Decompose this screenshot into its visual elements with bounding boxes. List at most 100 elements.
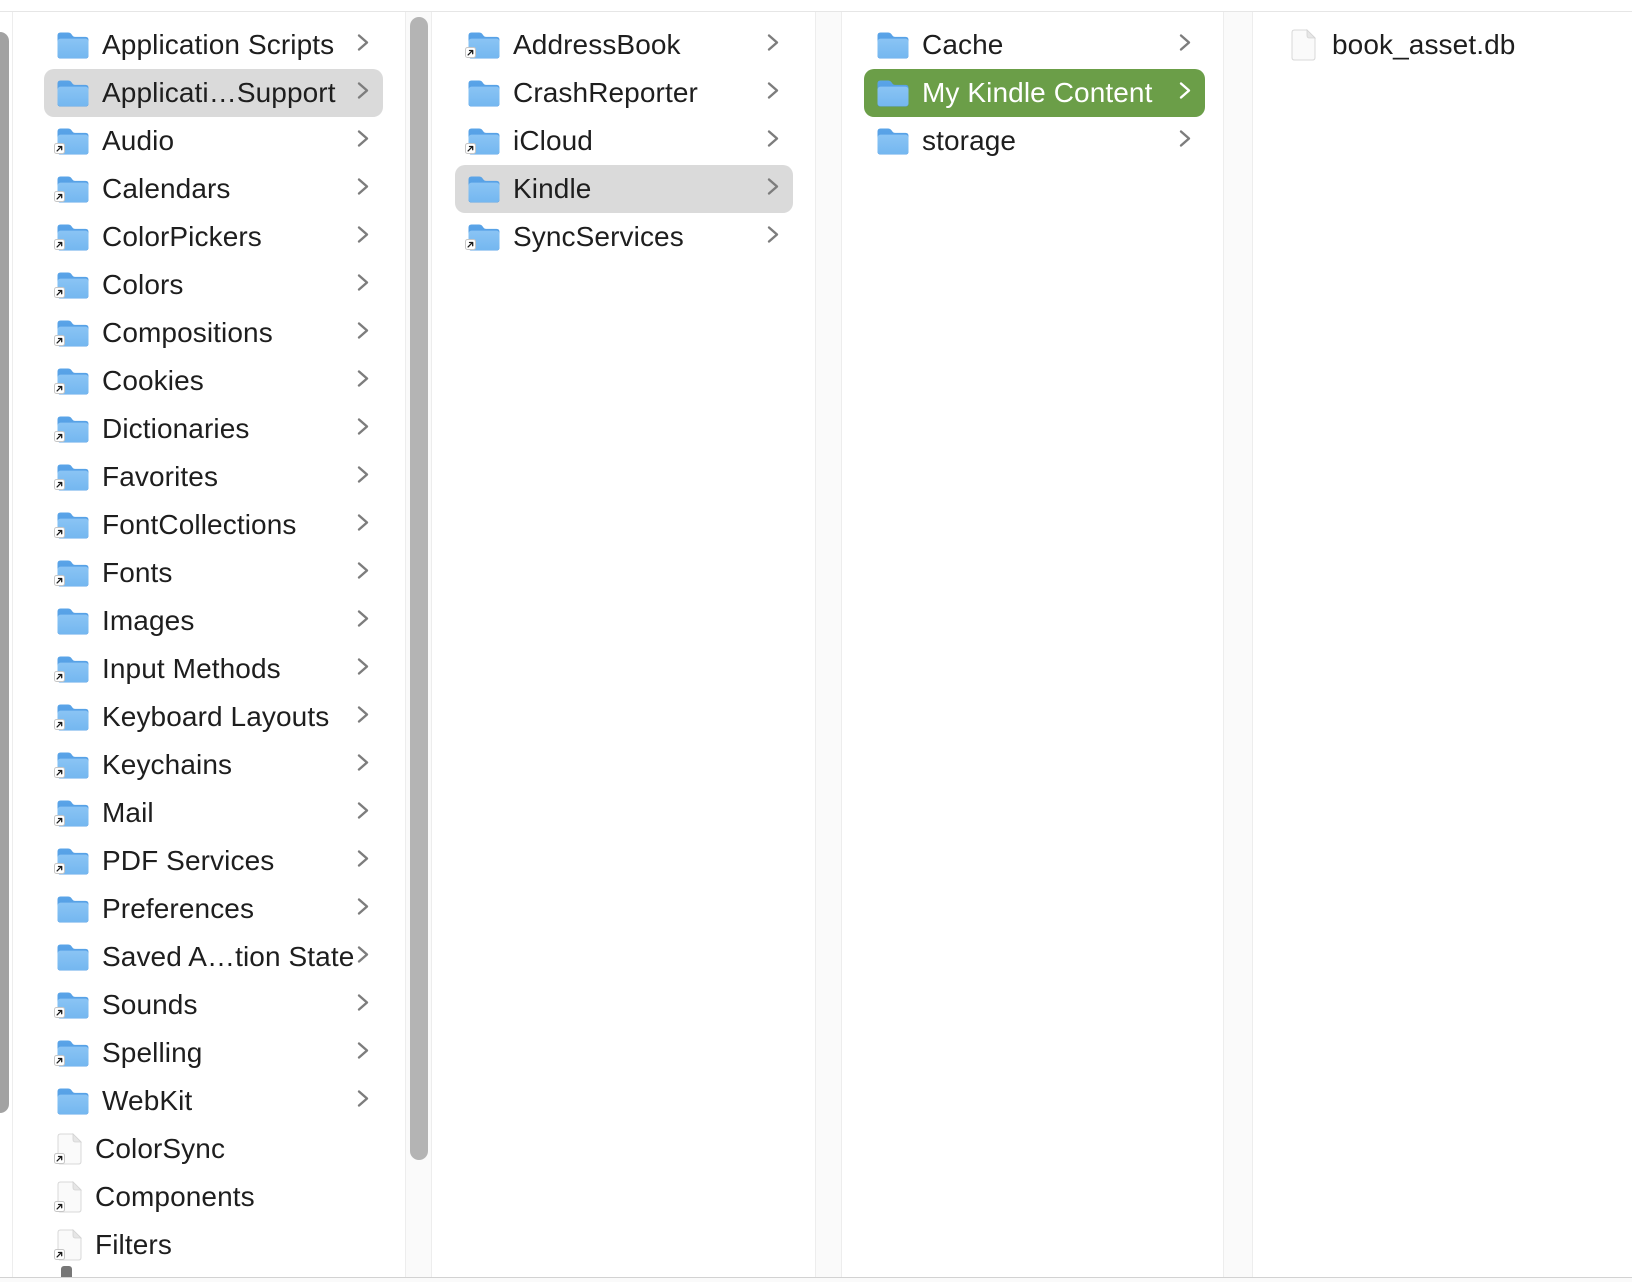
column-library: Application Scripts Applicati…Support Audi… bbox=[13, 12, 405, 1277]
row-icloud[interactable]: iCloud bbox=[455, 117, 793, 165]
row-favorites[interactable]: Favorites bbox=[44, 453, 383, 501]
chevron-right-icon bbox=[1179, 128, 1191, 155]
folder-icon bbox=[465, 30, 501, 60]
row-kindle[interactable]: Kindle bbox=[455, 165, 793, 213]
item-label: Favorites bbox=[102, 461, 219, 492]
chevron-right-icon bbox=[767, 224, 779, 251]
column-application-support-scrollbar-track[interactable] bbox=[815, 12, 842, 1277]
document-icon bbox=[1290, 28, 1317, 62]
document-icon bbox=[54, 1132, 83, 1169]
row-fonts[interactable]: Fonts bbox=[44, 549, 383, 597]
item-label: Compositions bbox=[102, 317, 273, 348]
chevron-right-icon bbox=[357, 800, 369, 827]
folder-icon bbox=[54, 270, 90, 303]
chevron-right-icon bbox=[1179, 32, 1191, 59]
folder-icon bbox=[54, 798, 90, 828]
row-calendars[interactable]: Calendars bbox=[44, 165, 383, 213]
previous-column-scrollbar-thumb[interactable] bbox=[0, 32, 9, 1113]
item-label: Filters bbox=[95, 1229, 172, 1260]
row-cache[interactable]: Cache bbox=[864, 21, 1205, 69]
item-label: Cache bbox=[922, 29, 1004, 60]
row-spelling[interactable]: Spelling bbox=[44, 1029, 383, 1077]
row-application-scripts[interactable]: Application Scripts bbox=[44, 21, 383, 69]
folder-icon bbox=[54, 126, 90, 156]
row-crashreporter[interactable]: CrashReporter bbox=[455, 69, 793, 117]
folder-icon bbox=[56, 78, 90, 108]
row-components[interactable]: Components bbox=[44, 1173, 383, 1221]
folder-icon bbox=[54, 558, 90, 588]
row-saved-a-tion-state[interactable]: Saved A…tion State bbox=[44, 933, 383, 981]
chevron-right-icon bbox=[357, 560, 369, 587]
column-kindle-list: Cache My Kindle Content storage bbox=[842, 12, 1223, 165]
alias-badge-icon bbox=[465, 237, 476, 255]
column-library-scrollbar-thumb[interactable] bbox=[410, 17, 428, 1160]
column-application-support: AddressBook CrashReporter iCloud Kindle Sync… bbox=[432, 12, 815, 1277]
alias-badge-icon bbox=[54, 861, 65, 879]
item-label: Colors bbox=[102, 269, 184, 300]
row-book-asset-db[interactable]: book_asset.db bbox=[1273, 21, 1622, 69]
row-mail[interactable]: Mail bbox=[44, 789, 383, 837]
row-preferences[interactable]: Preferences bbox=[44, 885, 383, 933]
item-label: FontCollections bbox=[102, 509, 297, 540]
row-filters[interactable]: Filters bbox=[44, 1221, 383, 1269]
item-label: AddressBook bbox=[513, 29, 681, 60]
row-syncservices[interactable]: SyncServices bbox=[455, 213, 793, 261]
item-label: Components bbox=[95, 1181, 255, 1212]
pane-top-border bbox=[0, 11, 1632, 12]
item-label: Saved A…tion State bbox=[102, 941, 355, 972]
row-colorsync[interactable]: ColorSync bbox=[44, 1125, 383, 1173]
row-fontcollections[interactable]: FontCollections bbox=[44, 501, 383, 549]
row-applicati-support[interactable]: Applicati…Support bbox=[44, 69, 383, 117]
row-addressbook[interactable]: AddressBook bbox=[455, 21, 793, 69]
row-audio[interactable]: Audio bbox=[44, 117, 383, 165]
row-my-kindle-content[interactable]: My Kindle Content bbox=[864, 69, 1205, 117]
row-dictionaries[interactable]: Dictionaries bbox=[44, 405, 383, 453]
chevron-right-icon bbox=[357, 896, 369, 923]
item-label: storage bbox=[922, 125, 1017, 156]
row-cookies[interactable]: Cookies bbox=[44, 357, 383, 405]
folder-icon bbox=[56, 30, 90, 60]
pane-bottom-border bbox=[0, 1277, 1632, 1282]
chevron-right-icon bbox=[767, 176, 779, 203]
column-library-scrollbar-track[interactable] bbox=[405, 12, 432, 1277]
folder-icon bbox=[465, 222, 501, 255]
row-keychains[interactable]: Keychains bbox=[44, 741, 383, 789]
alias-badge-icon bbox=[54, 525, 65, 543]
chevron-right-icon bbox=[357, 1088, 369, 1115]
chevron-right-icon bbox=[767, 32, 779, 59]
row-pdf-services[interactable]: PDF Services bbox=[44, 837, 383, 885]
folder-icon bbox=[54, 990, 90, 1020]
row-colors[interactable]: Colors bbox=[44, 261, 383, 309]
row-colorpickers[interactable]: ColorPickers bbox=[44, 213, 383, 261]
item-label: Sounds bbox=[102, 989, 198, 1020]
alias-badge-icon bbox=[54, 477, 65, 495]
row-storage[interactable]: storage bbox=[864, 117, 1205, 165]
item-label: Applicati…Support bbox=[102, 77, 336, 108]
folder-icon bbox=[876, 30, 910, 60]
folder-icon bbox=[54, 702, 90, 732]
chevron-right-icon bbox=[767, 128, 779, 155]
row-sounds[interactable]: Sounds bbox=[44, 981, 383, 1029]
column-my-kindle-content-list: book_asset.db bbox=[1253, 12, 1632, 69]
folder-icon bbox=[56, 1086, 90, 1116]
item-label: Input Methods bbox=[102, 653, 281, 684]
item-label: book_asset.db bbox=[1332, 29, 1516, 60]
alias-badge-icon bbox=[54, 285, 65, 303]
previous-column-scrollbar-track[interactable] bbox=[0, 12, 13, 1277]
row-webkit[interactable]: WebKit bbox=[44, 1077, 383, 1125]
row-images[interactable]: Images bbox=[44, 597, 383, 645]
item-label: Audio bbox=[102, 125, 175, 156]
chevron-right-icon bbox=[357, 176, 369, 203]
column-kindle-scrollbar-track[interactable] bbox=[1223, 12, 1253, 1277]
folder-icon bbox=[54, 846, 90, 879]
chevron-right-icon bbox=[357, 272, 369, 299]
row-keyboard-layouts[interactable]: Keyboard Layouts bbox=[44, 693, 383, 741]
row-input-methods[interactable]: Input Methods bbox=[44, 645, 383, 693]
folder-icon bbox=[56, 606, 90, 636]
item-label: CrashReporter bbox=[513, 77, 698, 108]
row-compositions[interactable]: Compositions bbox=[44, 309, 383, 357]
alias-badge-icon bbox=[54, 1151, 65, 1169]
folder-icon bbox=[54, 318, 90, 348]
chevron-right-icon bbox=[357, 416, 369, 443]
alias-badge-icon bbox=[54, 765, 65, 783]
